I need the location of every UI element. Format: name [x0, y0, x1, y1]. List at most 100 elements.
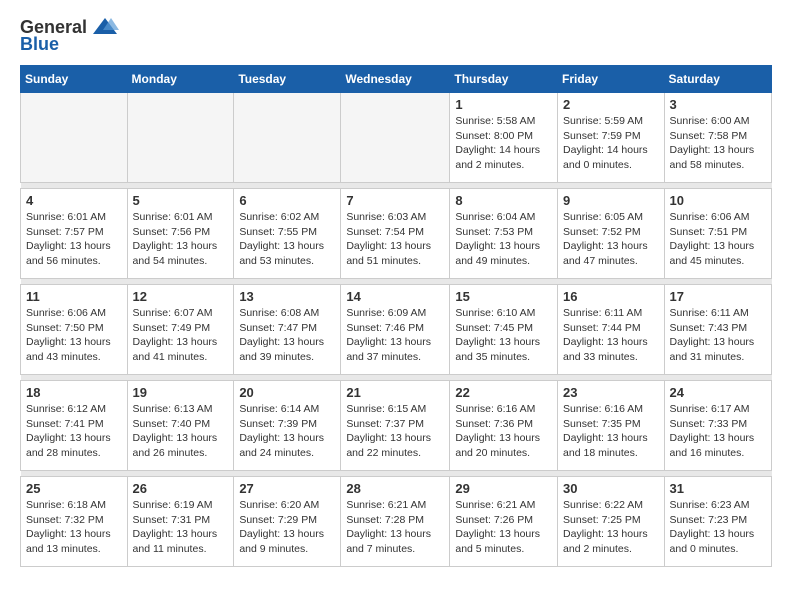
- day-number: 31: [670, 481, 766, 496]
- day-number: 12: [133, 289, 229, 304]
- day-number: 17: [670, 289, 766, 304]
- calendar-cell: [234, 93, 341, 183]
- day-info: Sunrise: 6:07 AMSunset: 7:49 PMDaylight:…: [133, 306, 229, 365]
- day-number: 2: [563, 97, 659, 112]
- calendar-week-row: 18 Sunrise: 6:12 AMSunset: 7:41 PMDayligh…: [21, 381, 772, 471]
- day-number: 23: [563, 385, 659, 400]
- column-header-monday: Monday: [127, 66, 234, 93]
- calendar-cell: 10Sunrise: 6:06 AMSunset: 7:51 PMDayligh…: [664, 189, 771, 279]
- day-number: 15: [455, 289, 552, 304]
- day-info: Sunrise: 6:08 AMSunset: 7:47 PMDaylight:…: [239, 306, 335, 365]
- day-info: Sunrise: 6:03 AMSunset: 7:54 PMDaylight:…: [346, 210, 444, 269]
- calendar-cell: 4 Sunrise: 6:01 AMSunset: 7:57 PMDaylight…: [21, 189, 128, 279]
- calendar-cell: 3 Sunrise: 6:00 AMSunset: 7:58 PMDaylight…: [664, 93, 771, 183]
- calendar-cell: 16 Sunrise: 6:11 AMSunset: 7:44 PMDayligh…: [558, 285, 665, 375]
- day-info: Sunrise: 6:04 AMSunset: 7:53 PMDaylight:…: [455, 210, 552, 269]
- calendar-cell: 6 Sunrise: 6:02 AMSunset: 7:55 PMDaylight…: [234, 189, 341, 279]
- column-header-saturday: Saturday: [664, 66, 771, 93]
- day-number: 18: [26, 385, 122, 400]
- column-header-tuesday: Tuesday: [234, 66, 341, 93]
- calendar-cell: 27 Sunrise: 6:20 AMSunset: 7:29 PMDayligh…: [234, 477, 341, 567]
- calendar-week-row: 11 Sunrise: 6:06 AMSunset: 7:50 PMDayligh…: [21, 285, 772, 375]
- day-number: 29: [455, 481, 552, 496]
- page-header: General Blue: [20, 16, 772, 55]
- day-number: 8: [455, 193, 552, 208]
- day-info: Sunrise: 6:01 AMSunset: 7:57 PMDaylight:…: [26, 210, 122, 269]
- calendar-cell: 12 Sunrise: 6:07 AMSunset: 7:49 PMDayligh…: [127, 285, 234, 375]
- day-info: Sunrise: 6:18 AMSunset: 7:32 PMDaylight:…: [26, 498, 122, 557]
- logo-icon: [91, 16, 119, 38]
- calendar-cell: 5Sunrise: 6:01 AMSunset: 7:56 PMDaylight…: [127, 189, 234, 279]
- day-info: Sunrise: 6:00 AMSunset: 7:58 PMDaylight:…: [670, 114, 766, 173]
- day-number: 20: [239, 385, 335, 400]
- day-info: Sunrise: 6:16 AMSunset: 7:35 PMDaylight:…: [563, 402, 659, 461]
- day-info: Sunrise: 6:17 AMSunset: 7:33 PMDaylight:…: [670, 402, 766, 461]
- calendar-cell: [341, 93, 450, 183]
- calendar-cell: 7 Sunrise: 6:03 AMSunset: 7:54 PMDaylight…: [341, 189, 450, 279]
- day-info: Sunrise: 6:05 AMSunset: 7:52 PMDaylight:…: [563, 210, 659, 269]
- calendar-cell: 9 Sunrise: 6:05 AMSunset: 7:52 PMDaylight…: [558, 189, 665, 279]
- column-header-friday: Friday: [558, 66, 665, 93]
- day-number: 4: [26, 193, 122, 208]
- day-info: Sunrise: 6:09 AMSunset: 7:46 PMDaylight:…: [346, 306, 444, 365]
- calendar-cell: 1 Sunrise: 5:58 AMSunset: 8:00 PMDaylight…: [450, 93, 558, 183]
- calendar-cell: 21 Sunrise: 6:15 AMSunset: 7:37 PMDayligh…: [341, 381, 450, 471]
- day-number: 28: [346, 481, 444, 496]
- calendar-cell: 8 Sunrise: 6:04 AMSunset: 7:53 PMDaylight…: [450, 189, 558, 279]
- calendar-cell: 23 Sunrise: 6:16 AMSunset: 7:35 PMDayligh…: [558, 381, 665, 471]
- day-info: Sunrise: 6:15 AMSunset: 7:37 PMDaylight:…: [346, 402, 444, 461]
- calendar-cell: 17 Sunrise: 6:11 AMSunset: 7:43 PMDayligh…: [664, 285, 771, 375]
- calendar-cell: 15 Sunrise: 6:10 AMSunset: 7:45 PMDayligh…: [450, 285, 558, 375]
- day-info: Sunrise: 6:02 AMSunset: 7:55 PMDaylight:…: [239, 210, 335, 269]
- day-info: Sunrise: 6:23 AMSunset: 7:23 PMDaylight:…: [670, 498, 766, 557]
- calendar-cell: 18 Sunrise: 6:12 AMSunset: 7:41 PMDayligh…: [21, 381, 128, 471]
- day-info: Sunrise: 6:12 AMSunset: 7:41 PMDaylight:…: [26, 402, 122, 461]
- day-number: 16: [563, 289, 659, 304]
- day-number: 1: [455, 97, 552, 112]
- day-number: 21: [346, 385, 444, 400]
- calendar-cell: [21, 93, 128, 183]
- calendar-cell: 14Sunrise: 6:09 AMSunset: 7:46 PMDayligh…: [341, 285, 450, 375]
- logo: General Blue: [20, 16, 119, 55]
- day-number: 3: [670, 97, 766, 112]
- calendar-week-row: 25Sunrise: 6:18 AMSunset: 7:32 PMDayligh…: [21, 477, 772, 567]
- calendar-cell: 22Sunrise: 6:16 AMSunset: 7:36 PMDayligh…: [450, 381, 558, 471]
- day-number: 7: [346, 193, 444, 208]
- column-header-thursday: Thursday: [450, 66, 558, 93]
- day-number: 24: [670, 385, 766, 400]
- day-info: Sunrise: 6:11 AMSunset: 7:43 PMDaylight:…: [670, 306, 766, 365]
- day-info: Sunrise: 6:06 AMSunset: 7:50 PMDaylight:…: [26, 306, 122, 365]
- day-number: 27: [239, 481, 335, 496]
- column-header-wednesday: Wednesday: [341, 66, 450, 93]
- day-number: 11: [26, 289, 122, 304]
- day-number: 13: [239, 289, 335, 304]
- day-info: Sunrise: 6:11 AMSunset: 7:44 PMDaylight:…: [563, 306, 659, 365]
- day-info: Sunrise: 6:10 AMSunset: 7:45 PMDaylight:…: [455, 306, 552, 365]
- day-number: 30: [563, 481, 659, 496]
- day-info: Sunrise: 6:01 AMSunset: 7:56 PMDaylight:…: [133, 210, 229, 269]
- day-number: 19: [133, 385, 229, 400]
- day-number: 9: [563, 193, 659, 208]
- day-info: Sunrise: 6:06 AMSunset: 7:51 PMDaylight:…: [670, 210, 766, 269]
- day-info: Sunrise: 5:58 AMSunset: 8:00 PMDaylight:…: [455, 114, 552, 173]
- calendar-header-row: SundayMondayTuesdayWednesdayThursdayFrid…: [21, 66, 772, 93]
- calendar-cell: 26 Sunrise: 6:19 AMSunset: 7:31 PMDayligh…: [127, 477, 234, 567]
- calendar-cell: 13 Sunrise: 6:08 AMSunset: 7:47 PMDayligh…: [234, 285, 341, 375]
- day-info: Sunrise: 6:21 AMSunset: 7:28 PMDaylight:…: [346, 498, 444, 557]
- day-number: 26: [133, 481, 229, 496]
- day-info: Sunrise: 5:59 AMSunset: 7:59 PMDaylight:…: [563, 114, 659, 173]
- calendar-cell: 19Sunrise: 6:13 AMSunset: 7:40 PMDayligh…: [127, 381, 234, 471]
- day-info: Sunrise: 6:22 AMSunset: 7:25 PMDaylight:…: [563, 498, 659, 557]
- calendar-cell: 2 Sunrise: 5:59 AMSunset: 7:59 PMDaylight…: [558, 93, 665, 183]
- day-info: Sunrise: 6:14 AMSunset: 7:39 PMDaylight:…: [239, 402, 335, 461]
- calendar-cell: 20 Sunrise: 6:14 AMSunset: 7:39 PMDayligh…: [234, 381, 341, 471]
- calendar-cell: 28 Sunrise: 6:21 AMSunset: 7:28 PMDayligh…: [341, 477, 450, 567]
- day-info: Sunrise: 6:20 AMSunset: 7:29 PMDaylight:…: [239, 498, 335, 557]
- calendar-cell: 11 Sunrise: 6:06 AMSunset: 7:50 PMDayligh…: [21, 285, 128, 375]
- day-number: 6: [239, 193, 335, 208]
- day-info: Sunrise: 6:19 AMSunset: 7:31 PMDaylight:…: [133, 498, 229, 557]
- logo-blue-text: Blue: [20, 34, 59, 55]
- column-header-sunday: Sunday: [21, 66, 128, 93]
- calendar-cell: 24 Sunrise: 6:17 AMSunset: 7:33 PMDayligh…: [664, 381, 771, 471]
- calendar-cell: 30 Sunrise: 6:22 AMSunset: 7:25 PMDayligh…: [558, 477, 665, 567]
